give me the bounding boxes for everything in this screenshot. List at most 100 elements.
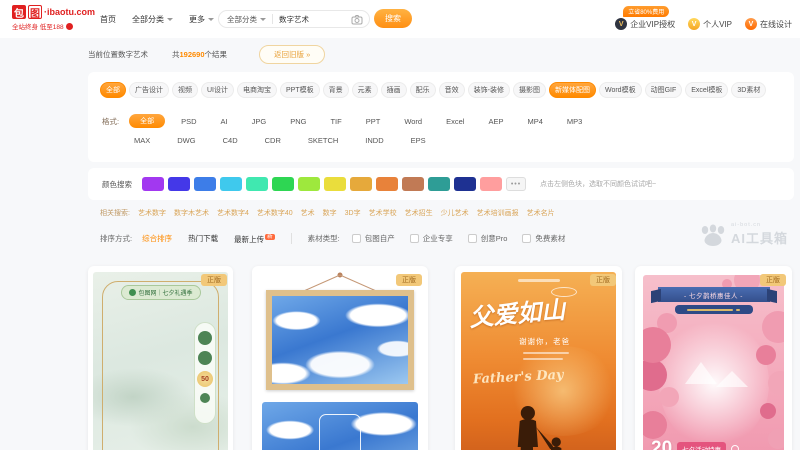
category-chip[interactable]: Word模板 xyxy=(599,82,642,98)
format-option[interactable]: PPT xyxy=(366,117,381,126)
result-card-sky-frames[interactable]: 正版 xyxy=(252,266,428,450)
category-chip[interactable]: 3D素材 xyxy=(731,82,766,98)
poster-promo-tag: 七夕活动特惠 xyxy=(677,442,726,450)
format-option[interactable]: JPG xyxy=(252,117,267,126)
count-suffix: 个结果 xyxy=(205,50,228,59)
category-chip[interactable]: 装饰-装修 xyxy=(468,82,510,98)
color-swatch-row xyxy=(142,177,502,191)
format-option[interactable]: EPS xyxy=(411,136,426,145)
watermark-text: ai-bot.cn AI工具箱 xyxy=(731,222,788,247)
result-card-qixi-pink[interactable]: - 七夕鹊桥惠佳人 - 20 七夕活动特惠 正版 xyxy=(635,266,792,450)
format-all-chip[interactable]: 全部 xyxy=(129,114,165,128)
color-swatch[interactable] xyxy=(454,177,476,191)
sort-option[interactable]: 综合排序 xyxy=(142,233,172,244)
format-option[interactable]: DWG xyxy=(177,136,195,145)
category-chip[interactable]: UI设计 xyxy=(201,82,234,98)
related-term[interactable]: 数字 xyxy=(323,208,337,218)
color-swatch[interactable] xyxy=(298,177,320,191)
format-option[interactable]: MP4 xyxy=(527,117,542,126)
material-type-checkbox[interactable]: 创意Pro xyxy=(468,233,508,244)
nav-item[interactable]: 全部分类 xyxy=(132,14,173,25)
material-type-checkbox[interactable]: 免费素材 xyxy=(522,233,565,244)
format-option[interactable]: AI xyxy=(221,117,228,126)
header-link-1[interactable]: V个人VIP xyxy=(688,18,732,30)
related-term[interactable]: 艺术数字40 xyxy=(257,208,293,218)
search-category-dropdown[interactable]: 全部分类 xyxy=(227,14,266,25)
related-term[interactable]: 艺术学校 xyxy=(369,208,397,218)
related-term[interactable]: 少儿艺术 xyxy=(441,208,469,218)
result-card-fathers-day[interactable]: 父爱如山 谢谢你，老爸 Father's Day 正版 xyxy=(455,266,622,450)
category-chip[interactable]: 摄影图 xyxy=(513,82,546,98)
format-option[interactable]: INDD xyxy=(365,136,383,145)
related-term[interactable]: 数字木艺术 xyxy=(174,208,209,218)
sort-option[interactable]: 热门下载 xyxy=(188,233,218,244)
category-chip[interactable]: 音效 xyxy=(439,82,465,98)
new-badge: 新 xyxy=(265,234,275,240)
header-link-2[interactable]: V在线设计 xyxy=(745,18,792,30)
color-swatch[interactable] xyxy=(168,177,190,191)
category-chip[interactable]: 元素 xyxy=(352,82,378,98)
site-logo[interactable]: 包 图 ·ibaotu.com 全站终身 低至188 xyxy=(12,5,95,31)
format-option[interactable]: MP3 xyxy=(567,117,582,126)
chevron-down-icon xyxy=(208,18,214,21)
related-search-label: 相关搜索: xyxy=(100,208,130,218)
color-swatch[interactable] xyxy=(376,177,398,191)
poster-ribbon-banner: - 七夕鹊桥惠佳人 - xyxy=(658,287,770,302)
nav-item[interactable]: 首页 xyxy=(100,14,116,25)
format-option[interactable]: TIF xyxy=(330,117,341,126)
back-to-old-version-button[interactable]: 返回旧版 » xyxy=(259,45,325,64)
related-term[interactable]: 艺术培训画报 xyxy=(477,208,519,218)
related-term[interactable]: 艺术 xyxy=(301,208,315,218)
category-chip[interactable]: 视频 xyxy=(172,82,198,98)
related-term[interactable]: 3D字 xyxy=(345,208,361,218)
more-colors-button[interactable]: ••• xyxy=(506,177,526,191)
format-option[interactable]: PSD xyxy=(181,117,196,126)
category-chip[interactable]: 全部 xyxy=(100,82,126,98)
color-swatch[interactable] xyxy=(324,177,346,191)
format-option[interactable]: MAX xyxy=(134,136,150,145)
poster-title: 父爱如山 xyxy=(468,290,567,333)
color-swatch[interactable] xyxy=(272,177,294,191)
format-option[interactable]: Word xyxy=(404,117,422,126)
color-swatch[interactable] xyxy=(142,177,164,191)
category-chip[interactable]: 背景 xyxy=(323,82,349,98)
related-search-row: 相关搜索: 艺术数字数字木艺术艺术数字4艺术数字40艺术数字3D字艺术学校艺术招… xyxy=(100,208,555,218)
format-option[interactable]: CDR xyxy=(265,136,281,145)
category-chip[interactable]: PPT模板 xyxy=(280,82,320,98)
color-swatch[interactable] xyxy=(402,177,424,191)
format-option[interactable]: AEP xyxy=(488,117,503,126)
camera-search-icon[interactable] xyxy=(351,14,363,26)
poster-image-qixi-green: 包图网｜七夕礼遇季 50 xyxy=(93,272,228,450)
color-swatch[interactable] xyxy=(194,177,216,191)
format-option[interactable]: SKETCH xyxy=(308,136,338,145)
related-term[interactable]: 艺术数字 xyxy=(138,208,166,218)
category-chip[interactable]: 插画 xyxy=(381,82,407,98)
header-link-0[interactable]: 立省80%费用V企业VIP授权 xyxy=(615,18,675,30)
category-chip[interactable]: 广告设计 xyxy=(129,82,169,98)
category-chip[interactable]: 动图GIF xyxy=(645,82,683,98)
material-type-checkbox[interactable]: 包图自产 xyxy=(352,233,395,244)
color-swatch[interactable] xyxy=(246,177,268,191)
search-button[interactable]: 搜索 xyxy=(374,9,412,28)
online-design-icon: V xyxy=(745,18,757,30)
related-term[interactable]: 艺术名片 xyxy=(527,208,555,218)
format-option[interactable]: Excel xyxy=(446,117,464,126)
format-option[interactable]: C4D xyxy=(223,136,238,145)
related-term[interactable]: 艺术数字4 xyxy=(217,208,249,218)
poster-text-line-art xyxy=(523,352,569,354)
sort-option[interactable]: 最新上传新 xyxy=(234,232,275,245)
nav-item[interactable]: 更多 xyxy=(189,14,214,25)
related-term[interactable]: 艺术招生 xyxy=(405,208,433,218)
color-swatch[interactable] xyxy=(220,177,242,191)
category-chip[interactable]: 新媒体配图 xyxy=(549,82,596,98)
category-chip[interactable]: 电商淘宝 xyxy=(237,82,277,98)
cherry-blossom-art xyxy=(762,311,784,343)
color-swatch[interactable] xyxy=(428,177,450,191)
color-swatch[interactable] xyxy=(350,177,372,191)
category-chip[interactable]: Excel模板 xyxy=(685,82,728,98)
category-chip[interactable]: 配乐 xyxy=(410,82,436,98)
color-swatch[interactable] xyxy=(480,177,502,191)
material-type-checkbox[interactable]: 企业专享 xyxy=(410,233,453,244)
format-option[interactable]: PNG xyxy=(290,117,306,126)
result-card-qixi-green[interactable]: 包图网｜七夕礼遇季 50 正版 xyxy=(88,266,233,450)
